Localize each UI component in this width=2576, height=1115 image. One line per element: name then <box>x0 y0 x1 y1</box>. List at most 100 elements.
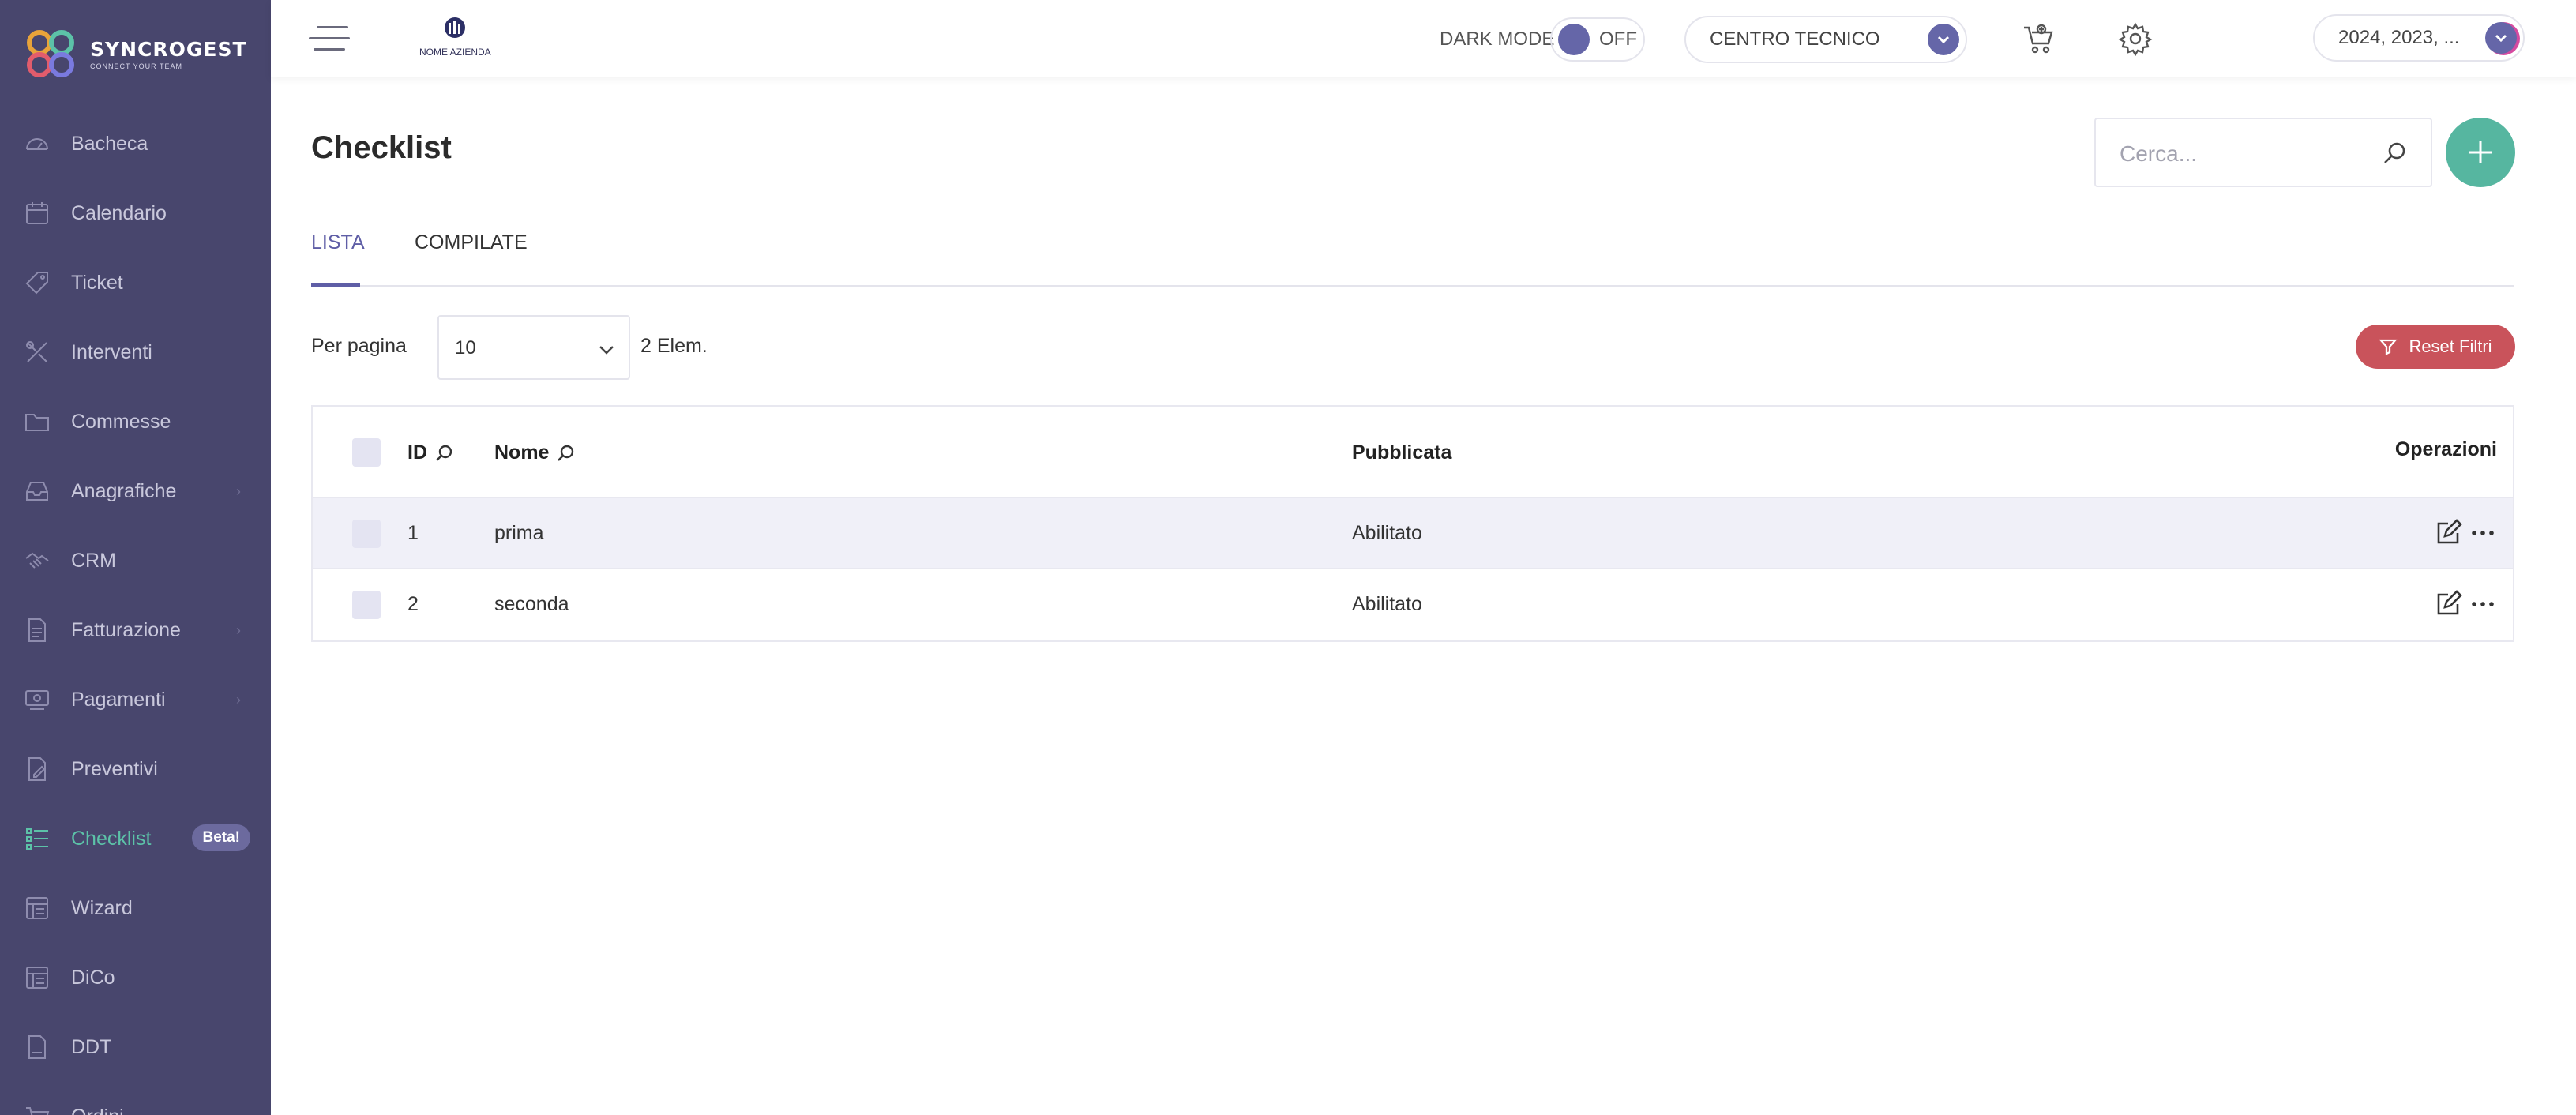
sidebar-item-preventivi[interactable]: Preventivi <box>0 734 271 804</box>
select-all-checkbox[interactable] <box>352 438 381 467</box>
search-box <box>2094 118 2432 187</box>
sidebar-item-ticket[interactable]: Ticket <box>0 248 271 317</box>
tab-lista[interactable]: LISTA <box>311 231 365 287</box>
dark-mode-state: OFF <box>1599 28 1637 50</box>
sidebar-item-label: Bacheca <box>71 132 148 155</box>
brand-logo[interactable]: SYNCROGEST CONNECT YOUR TEAM <box>22 24 247 84</box>
sidebar-item-label: CRM <box>71 549 116 572</box>
years-value: 2024, 2023, ... <box>2338 27 2460 48</box>
sidebar-item-label: DiCo <box>71 966 115 989</box>
brand-name: SYNCROGEST <box>90 37 247 61</box>
page-title: Checklist <box>311 130 452 165</box>
sidebar-item-label: Calendario <box>71 201 167 224</box>
reset-filters-button[interactable]: Reset Filtri <box>2356 325 2515 369</box>
edit-icon[interactable] <box>2434 519 2462 547</box>
folder-icon <box>24 408 51 435</box>
sidebar-item-label: Anagrafiche <box>71 479 177 502</box>
column-header-nome[interactable]: Nome <box>494 441 576 464</box>
tools-icon <box>24 339 51 366</box>
edit-icon[interactable] <box>2434 590 2462 618</box>
search-input[interactable] <box>2120 138 2372 170</box>
inbox-icon <box>24 478 51 505</box>
cell-pubblicata: Abilitato <box>1352 593 1422 615</box>
sidebar-item-label: Wizard <box>71 896 133 919</box>
sidebar-item-interventi[interactable]: Interventi <box>0 317 271 387</box>
sidebar-item-crm[interactable]: CRM <box>0 526 271 595</box>
cell-id: 2 <box>407 593 419 615</box>
table-row[interactable]: 1 prima Abilitato <box>313 498 2513 569</box>
invoice-icon <box>24 617 51 644</box>
years-select[interactable]: 2024, 2023, ... <box>2313 14 2525 62</box>
row-checkbox[interactable] <box>352 520 381 548</box>
chevron-down-icon <box>597 340 616 359</box>
cart-icon[interactable] <box>2018 19 2058 58</box>
ticket-icon <box>24 269 51 296</box>
table-row[interactable]: 2 seconda Abilitato <box>313 569 2513 640</box>
sidebar-item-checklist[interactable]: Checklist Beta! <box>0 804 271 873</box>
dashboard-icon <box>24 130 51 157</box>
table-header: ID Nome Pubblicata Operazioni <box>313 407 2513 498</box>
orders-icon <box>24 1103 51 1115</box>
sidebar-item-fatturazione[interactable]: Fatturazione › <box>0 595 271 665</box>
plus-icon <box>2469 141 2492 163</box>
syncrogest-logo-icon <box>22 25 79 82</box>
cell-id: 1 <box>407 522 419 544</box>
more-options-icon[interactable] <box>2469 590 2497 618</box>
row-checkbox[interactable] <box>352 591 381 619</box>
company-logo[interactable]: NOME AZIENDA <box>419 16 491 58</box>
add-checklist-button[interactable] <box>2446 118 2515 187</box>
menu-toggle-icon[interactable] <box>309 26 350 51</box>
sidebar-item-label: Ordini <box>71 1106 124 1115</box>
settings-gear-icon[interactable] <box>2116 19 2155 58</box>
tab-bar: LISTA COMPILATE <box>311 231 2514 287</box>
filter-icon <box>2379 339 2398 355</box>
sidebar-item-dico[interactable]: DiCo <box>0 943 271 1012</box>
topbar: NOME AZIENDA DARK MODE OFF CENTRO TECNIC… <box>271 0 2576 77</box>
quote-icon <box>24 756 51 783</box>
column-header-pubblicata[interactable]: Pubblicata <box>1352 441 1451 464</box>
search-icon[interactable] <box>434 443 454 464</box>
chevron-down-icon <box>1928 24 1959 55</box>
chevron-down-icon <box>2485 22 2517 54</box>
search-icon[interactable] <box>555 443 576 464</box>
sidebar-item-commesse[interactable]: Commesse <box>0 387 271 456</box>
dark-mode-toggle[interactable]: OFF <box>1550 17 1645 62</box>
sidebar-item-ordini[interactable]: Ordini <box>0 1082 271 1115</box>
cell-nome: seconda <box>494 593 569 615</box>
sidebar-item-label: Interventi <box>71 340 152 363</box>
department-value: CENTRO TECNICO <box>1710 28 1880 50</box>
handshake-icon <box>24 547 51 574</box>
more-options-icon[interactable] <box>2469 519 2497 547</box>
sidebar-item-label: Fatturazione <box>71 618 181 641</box>
sidebar-item-calendario[interactable]: Calendario <box>0 178 271 248</box>
column-header-id[interactable]: ID <box>407 441 454 464</box>
brand-tagline: CONNECT YOUR TEAM <box>90 62 183 70</box>
beta-badge: Beta! <box>192 824 250 851</box>
sidebar-item-pagamenti[interactable]: Pagamenti › <box>0 665 271 734</box>
sidebar: SYNCROGEST CONNECT YOUR TEAM Bacheca Cal… <box>0 0 271 1115</box>
search-icon[interactable] <box>2382 140 2409 167</box>
per-page-value: 10 <box>455 337 476 359</box>
sidebar-item-label: Ticket <box>71 271 123 294</box>
checklist-icon <box>24 825 51 852</box>
chevron-right-icon: › <box>236 691 241 708</box>
sidebar-item-anagrafiche[interactable]: Anagrafiche › <box>0 456 271 526</box>
per-page-select[interactable]: 10 <box>437 315 630 380</box>
wizard-icon <box>24 895 51 922</box>
department-select[interactable]: CENTRO TECNICO <box>1684 16 1967 63</box>
calendar-icon <box>24 200 51 227</box>
dico-icon <box>24 964 51 991</box>
reset-filters-label: Reset Filtri <box>2409 336 2492 356</box>
column-header-operazioni: Operazioni <box>2394 438 2497 460</box>
items-count: 2 Elem. <box>640 335 708 357</box>
sidebar-item-label: Preventivi <box>71 757 158 780</box>
sidebar-item-bacheca[interactable]: Bacheca <box>0 109 271 178</box>
sidebar-item-label: DDT <box>71 1035 112 1058</box>
sidebar-item-wizard[interactable]: Wizard <box>0 873 271 943</box>
ddt-icon <box>24 1034 51 1061</box>
dark-mode-label: DARK MODE <box>1440 28 1555 50</box>
sidebar-item-ddt[interactable]: DDT <box>0 1012 271 1082</box>
tab-compilate[interactable]: COMPILATE <box>415 231 528 287</box>
checklist-table: ID Nome Pubblicata Operazioni 1 prima Ab… <box>311 405 2514 642</box>
toggle-knob <box>1558 24 1590 55</box>
